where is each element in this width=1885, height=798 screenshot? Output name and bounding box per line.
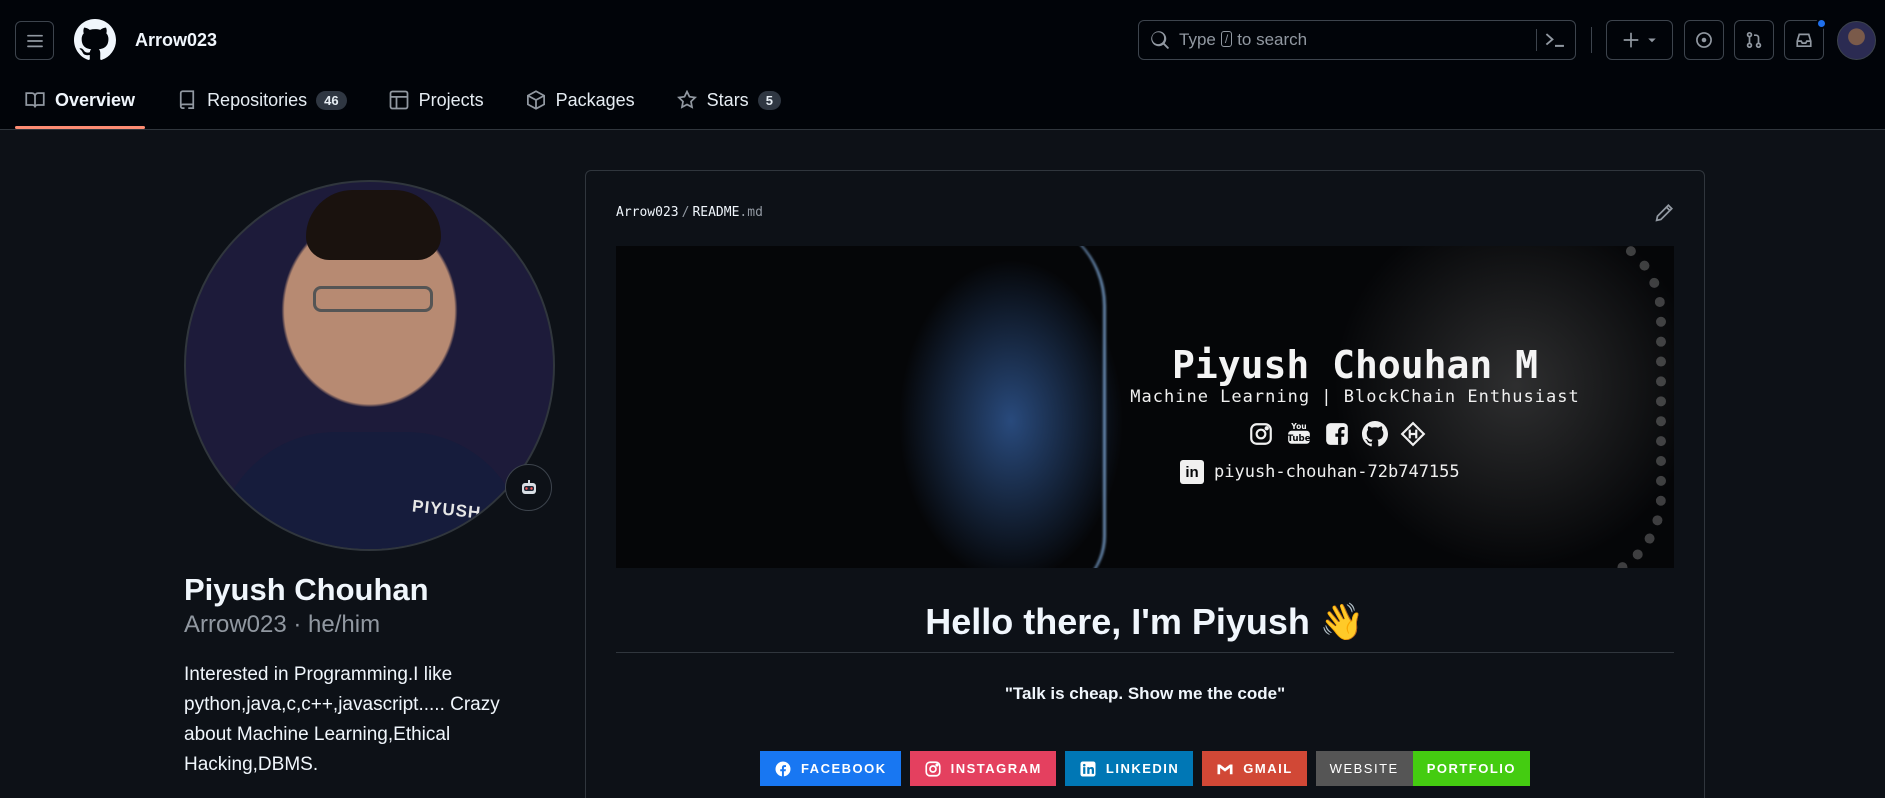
issues-button[interactable]: [1684, 20, 1724, 60]
package-icon: [526, 90, 545, 110]
avatar-hair: [306, 190, 441, 260]
tab-label: Repositories: [207, 89, 308, 110]
pull-request-icon: [1746, 31, 1762, 49]
user-avatar-menu[interactable]: [1837, 21, 1876, 60]
readme-owner-link[interactable]: Arrow023: [616, 205, 679, 220]
facebook-icon: [1326, 423, 1348, 445]
instagram-icon: [925, 760, 941, 777]
youtube-icon: Tube You: [1287, 422, 1310, 444]
global-header: Arrow023 Type / to search Overview Repos…: [0, 0, 1885, 130]
readme-banner-image: Piyush Chouhan M Machine Learning | Bloc…: [616, 246, 1674, 568]
tab-overview[interactable]: Overview: [15, 80, 146, 129]
profile-tabs: Overview Repositories 46 Projects Packag…: [15, 80, 813, 130]
caret-down-icon: [1647, 38, 1656, 43]
instagram-icon: [1250, 423, 1272, 445]
set-status-button[interactable]: [505, 464, 552, 511]
badge-label: INSTAGRAM: [950, 761, 1042, 776]
badge-label: GMAIL: [1243, 761, 1293, 776]
path-separator: /: [681, 205, 690, 220]
avatar-shirt: [216, 432, 526, 549]
header-separator: [1591, 27, 1592, 53]
tab-label: Overview: [55, 89, 136, 110]
menu-button[interactable]: [15, 21, 54, 60]
linkedin-badge[interactable]: LINKEDIN: [1064, 751, 1194, 786]
banner-social-icons: Tube You: [1248, 421, 1426, 447]
linkedin-icon: [1080, 761, 1096, 776]
tab-packages[interactable]: Packages: [516, 80, 645, 120]
search-divider: [1536, 29, 1537, 51]
github-logo-icon[interactable]: [74, 19, 116, 61]
portfolio-badge-label: PORTFOLIO: [1412, 751, 1531, 786]
badge-label: FACEBOOK: [800, 761, 887, 776]
plus-icon: [1623, 32, 1638, 48]
avatar-glasses: [313, 286, 433, 312]
svg-text:Tube: Tube: [1287, 434, 1310, 444]
github-icon: [1362, 421, 1388, 447]
star-icon: [676, 90, 697, 109]
greeting-text: Hello there, I'm Piyush: [925, 601, 1310, 642]
search-shortcut-key: /: [1220, 31, 1233, 47]
pull-requests-button[interactable]: [1734, 20, 1774, 60]
tab-label: Projects: [418, 89, 484, 110]
table-icon: [389, 90, 408, 110]
facebook-badge[interactable]: FACEBOOK: [759, 751, 901, 786]
tab-repositories[interactable]: Repositories 46: [167, 80, 357, 120]
tab-stars[interactable]: Stars 5: [667, 80, 791, 120]
social-badges: FACEBOOK INSTAGRAM LINKEDIN GMAIL WEBSIT…: [586, 751, 1704, 786]
banner-spine-art: [1576, 246, 1666, 568]
issue-icon: [1696, 32, 1712, 48]
search-placeholder-prefix: Type: [1179, 30, 1216, 49]
repositories-count-badge: 46: [316, 90, 347, 110]
tab-label: Stars: [706, 89, 749, 110]
readme-file-link[interactable]: README: [692, 205, 739, 220]
profile-readme-card: Arrow023/README.md Piyush Chouhan M Mach…: [585, 170, 1705, 798]
readme-greeting: Hello there, I'm Piyush 👋: [616, 601, 1674, 643]
banner-linkedin: in piyush-chouhan-72b747155: [1180, 460, 1460, 484]
tab-projects[interactable]: Projects: [379, 80, 494, 120]
file-extension: .md: [739, 205, 763, 220]
repo-icon: [179, 90, 195, 109]
waving-hand-icon: 👋: [1319, 601, 1365, 642]
stars-count-badge: 5: [757, 90, 781, 110]
search-placeholder-suffix: to search: [1237, 30, 1308, 49]
readme-path: Arrow023/README.md: [616, 205, 763, 220]
gmail-icon: [1217, 764, 1233, 774]
linkedin-icon: in: [1180, 460, 1204, 484]
pencil-icon[interactable]: [1654, 203, 1674, 223]
banner-name: Piyush Chouhan M: [1171, 343, 1539, 387]
profile-avatar[interactable]: PIYUSH: [184, 180, 555, 551]
profile-login-pronouns: Arrow023 · he/him: [184, 611, 381, 638]
username-breadcrumb[interactable]: Arrow023: [135, 30, 217, 51]
portfolio-badge[interactable]: WEBSITE PORTFOLIO: [1315, 751, 1531, 786]
banner-linkedin-handle: piyush-chouhan-72b747155: [1214, 462, 1460, 482]
banner-face-art: [936, 246, 1106, 568]
book-icon: [25, 92, 45, 108]
search-icon: [1151, 31, 1169, 49]
heading-divider: [616, 652, 1674, 653]
readme-quote: "Talk is cheap. Show me the code": [1004, 684, 1286, 703]
badge-label: LINKEDIN: [1105, 761, 1180, 776]
website-badge-label: WEBSITE: [1315, 751, 1413, 786]
facebook-icon: [775, 761, 791, 776]
inbox-icon: [1796, 33, 1812, 48]
create-new-button[interactable]: [1606, 20, 1673, 60]
tab-label: Packages: [555, 89, 635, 110]
hashnode-icon: [1400, 421, 1426, 447]
gmail-badge[interactable]: GMAIL: [1202, 751, 1307, 786]
svg-text:You: You: [1290, 422, 1306, 431]
profile-bio: Interested in Programming.I like python,…: [184, 664, 500, 775]
instagram-badge[interactable]: INSTAGRAM: [909, 751, 1056, 786]
unread-notification-dot: [1816, 18, 1827, 29]
profile-full-name: Piyush Chouhan: [184, 572, 429, 607]
robot-face-icon: [521, 479, 536, 494]
search-input[interactable]: Type / to search: [1138, 20, 1576, 60]
hamburger-icon: [26, 34, 43, 47]
banner-subtitle: Machine Learning | BlockChain Enthusiast: [1130, 387, 1580, 407]
command-palette-icon[interactable]: [1544, 29, 1566, 51]
